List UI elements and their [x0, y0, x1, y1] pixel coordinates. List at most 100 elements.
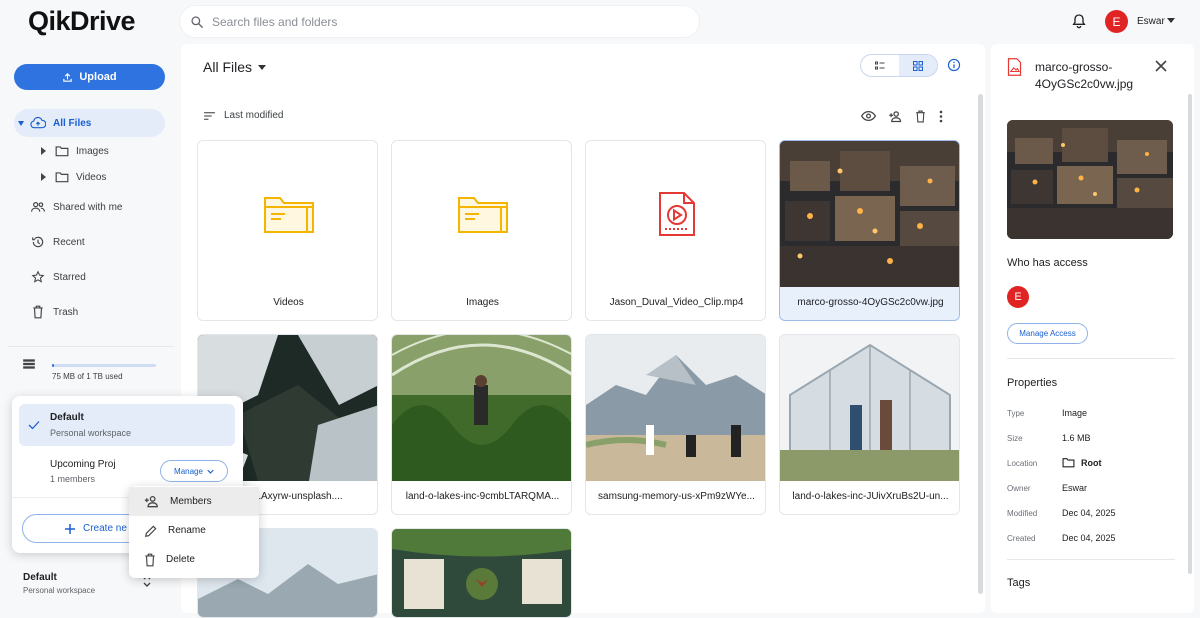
- property-value-text: Root: [1081, 457, 1102, 468]
- expand-caret-icon[interactable]: [41, 147, 46, 155]
- details-image-preview: [1007, 120, 1173, 239]
- top-bar: QikDrive E Eswar: [0, 0, 1200, 44]
- file-card-folder[interactable]: Images: [391, 140, 572, 321]
- sidebar-item-all-files[interactable]: All Files: [14, 109, 165, 137]
- sidebar-item-label: Shared with me: [53, 201, 123, 213]
- sort-control[interactable]: Last modified: [203, 110, 283, 121]
- file-card-image[interactable]: [391, 528, 572, 618]
- cloud-upload-icon: [30, 115, 46, 131]
- all-files-dropdown[interactable]: All Files: [203, 59, 267, 75]
- page-title: All Files: [203, 59, 253, 75]
- menu-item-rename[interactable]: Rename: [129, 516, 259, 545]
- delete-trash-icon[interactable]: [915, 110, 926, 123]
- expand-caret-icon[interactable]: [41, 173, 46, 181]
- workspace-name: Default: [50, 412, 84, 423]
- details-file-name: marco-grosso-4OyGSc2c0vw.jpg: [1035, 60, 1134, 91]
- upload-label: Upload: [79, 71, 117, 83]
- panel-divider: [1007, 358, 1175, 359]
- property-value: Eswar: [1062, 483, 1087, 493]
- folder-icon: [1062, 458, 1075, 468]
- search-bar[interactable]: [180, 6, 699, 37]
- star-icon: [30, 269, 46, 285]
- sidebar-item-label: Trash: [53, 306, 79, 318]
- sidebar-item-images[interactable]: Images: [14, 137, 154, 165]
- properties-heading: Properties: [1007, 377, 1058, 389]
- folder-icon: [198, 141, 377, 287]
- menu-item-label: Members: [170, 496, 212, 507]
- storage-progress-bar: [52, 364, 156, 367]
- pencil-icon: [144, 524, 158, 538]
- trash-icon: [144, 553, 156, 567]
- file-card-folder[interactable]: Videos: [197, 140, 378, 321]
- workspace-option-default[interactable]: Default Personal workspace: [19, 404, 235, 446]
- storage-usage-text: 75 MB of 1 TB used: [52, 372, 123, 381]
- sidebar-item-trash[interactable]: Trash: [14, 298, 165, 326]
- details-scrollbar[interactable]: [1188, 94, 1192, 574]
- upload-icon: [62, 72, 73, 83]
- property-key: Owner: [1007, 484, 1031, 493]
- upload-button[interactable]: Upload: [14, 64, 165, 90]
- property-value: Dec 04, 2025: [1062, 533, 1116, 543]
- view-toggle: [860, 54, 938, 77]
- grid-view-button[interactable]: [899, 55, 937, 76]
- sidebar-item-label: Starred: [53, 271, 86, 283]
- sidebar-item-starred[interactable]: Starred: [14, 263, 165, 291]
- file-name: samsung-memory-us-xPm9zWYe...: [598, 491, 755, 502]
- file-card-image-selected[interactable]: marco-grosso-4OyGSc2c0vw.jpg: [779, 140, 960, 321]
- menu-item-label: Delete: [166, 554, 195, 565]
- menu-item-delete[interactable]: Delete: [129, 545, 259, 574]
- notification-bell-icon[interactable]: [1071, 12, 1087, 30]
- file-card-video[interactable]: Jason_Duval_Video_Clip.mp4: [585, 140, 766, 321]
- trash-icon: [30, 304, 46, 320]
- property-value-text: Image: [1062, 408, 1088, 418]
- panel-divider: [1007, 559, 1175, 560]
- image-thumbnail: [586, 335, 765, 481]
- user-avatar[interactable]: E: [1105, 10, 1128, 33]
- image-thumbnail: [780, 141, 959, 287]
- sidebar-item-label: Videos: [76, 171, 107, 183]
- manage-access-button[interactable]: Manage Access: [1007, 323, 1088, 344]
- search-input[interactable]: [212, 14, 672, 29]
- file-card-image[interactable]: land-o-lakes-inc-9cmbLTARQMA...: [391, 334, 572, 515]
- user-menu-chevron-down-icon[interactable]: [1167, 18, 1175, 23]
- property-key: Modified: [1007, 509, 1038, 518]
- menu-item-members[interactable]: Members: [129, 487, 259, 516]
- file-card-image[interactable]: land-o-lakes-inc-JUivXruBs2U-un...: [779, 334, 960, 515]
- sidebar-item-recent[interactable]: Recent: [14, 228, 165, 256]
- property-value-location[interactable]: Root: [1062, 457, 1102, 468]
- folder-icon: [392, 141, 571, 287]
- preview-eye-icon[interactable]: [861, 110, 876, 123]
- manage-workspace-button[interactable]: Manage: [160, 460, 228, 482]
- sidebar-item-videos[interactable]: Videos: [14, 163, 154, 191]
- folder-icon: [54, 169, 70, 185]
- info-icon[interactable]: [947, 58, 961, 72]
- access-user-avatar[interactable]: E: [1007, 286, 1029, 308]
- main-scrollbar[interactable]: [978, 94, 983, 594]
- property-key: Created: [1007, 534, 1036, 543]
- expand-caret-icon[interactable]: [18, 120, 24, 126]
- selection-actions: [861, 110, 944, 123]
- file-name: land-o-lakes-inc-9cmbLTARQMA...: [405, 491, 560, 502]
- sidebar-item-label: All Files: [53, 117, 92, 129]
- sidebar-item-shared-with-me[interactable]: Shared with me: [14, 193, 165, 221]
- search-icon: [190, 15, 204, 29]
- who-has-access-heading: Who has access: [1007, 257, 1088, 269]
- more-vert-icon[interactable]: [938, 110, 944, 123]
- workspace-context-menu: Members Rename Delete: [129, 486, 259, 578]
- file-card-image[interactable]: samsung-memory-us-xPm9zWYe...: [585, 334, 766, 515]
- file-name: Images: [466, 297, 499, 308]
- close-icon[interactable]: [1155, 60, 1167, 72]
- sidebar-divider: [8, 346, 174, 347]
- user-name[interactable]: Eswar: [1137, 16, 1165, 27]
- list-view-button[interactable]: [861, 55, 899, 76]
- app-logo[interactable]: QikDrive: [28, 6, 136, 37]
- chevron-down-icon: [258, 64, 267, 70]
- current-workspace-name: Default: [23, 572, 57, 583]
- workspace-sub: 1 members: [50, 474, 96, 484]
- share-add-person-icon[interactable]: [888, 110, 903, 123]
- add-person-icon: [144, 495, 160, 508]
- file-name: marco-grosso-4OyGSc2c0vw.jpg: [797, 297, 944, 308]
- plus-icon: [65, 523, 75, 534]
- file-name: Jason_Duval_Video_Clip.mp4: [609, 297, 744, 308]
- current-workspace-sub: Personal workspace: [23, 586, 96, 595]
